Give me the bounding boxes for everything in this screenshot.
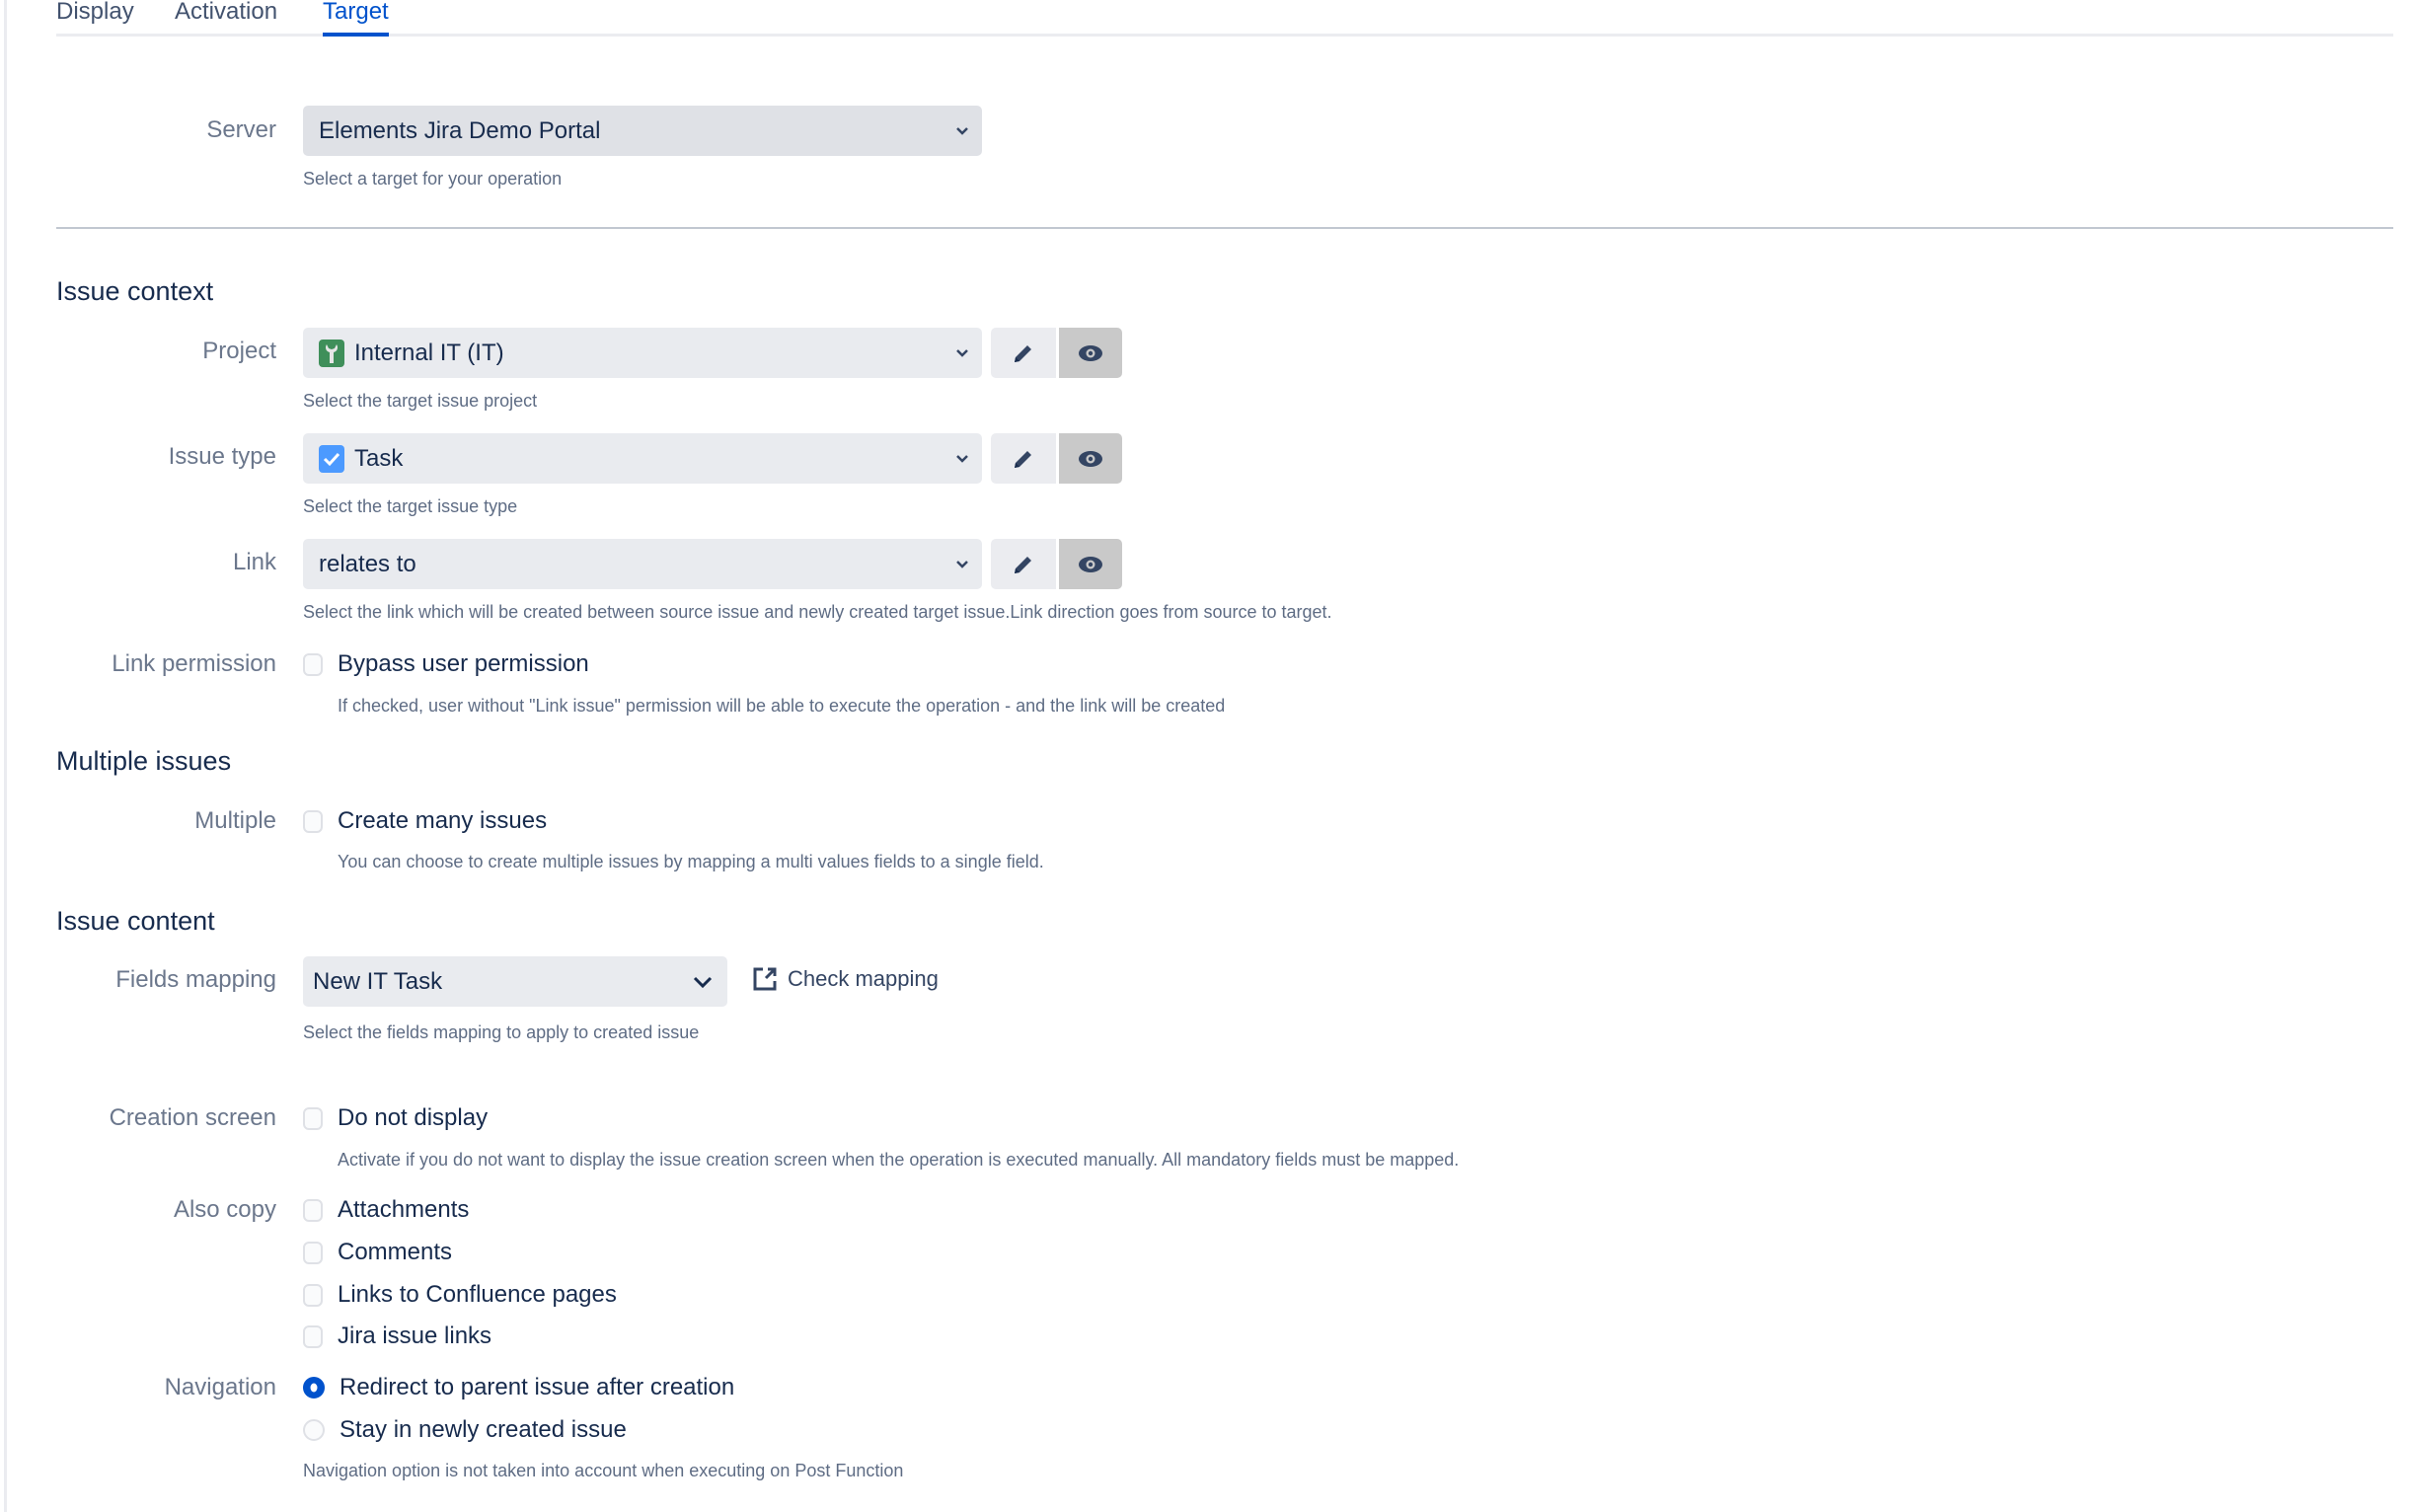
- chevron-down-icon: [693, 976, 713, 988]
- link-label: Link: [232, 549, 276, 575]
- check-mapping-link[interactable]: Check mapping: [752, 966, 939, 992]
- do-not-display-label: Do not display: [338, 1104, 489, 1131]
- multiple-issues-heading: Multiple issues: [56, 746, 232, 776]
- project-select-value: Internal IT (IT): [354, 339, 504, 366]
- issue-type-label: Issue type: [168, 443, 276, 470]
- pencil-icon: [1015, 556, 1031, 573]
- checkbox-box[interactable]: [303, 1106, 323, 1130]
- issue-type-select-value: Task: [354, 444, 404, 472]
- navigation-help: Navigation option is not taken into acco…: [303, 1461, 904, 1480]
- copy-comments-checkbox[interactable]: Comments: [303, 1239, 452, 1266]
- link-edit-button[interactable]: [991, 539, 1056, 589]
- copy-jira-links-checkbox[interactable]: Jira issue links: [303, 1323, 491, 1350]
- create-many-label: Create many issues: [338, 807, 548, 834]
- link-permission-help: If checked, user without "Link issue" pe…: [338, 696, 1226, 716]
- issue-type-select[interactable]: Task: [303, 433, 982, 484]
- issue-type-edit-button[interactable]: [991, 433, 1056, 484]
- multiple-help: You can choose to create multiple issues…: [338, 852, 1044, 871]
- project-help: Select the target issue project: [303, 391, 538, 411]
- chevron-down-icon: [956, 348, 968, 357]
- creation-screen-label: Creation screen: [109, 1104, 276, 1131]
- issue-type-help: Select the target issue type: [303, 496, 518, 516]
- pencil-icon: [1015, 450, 1031, 468]
- checkbox-box[interactable]: [303, 1324, 323, 1348]
- redirect-parent-radio[interactable]: Redirect to parent issue after creation: [303, 1374, 734, 1401]
- create-many-checkbox[interactable]: Create many issues: [303, 807, 547, 835]
- fields-mapping-value: New IT Task: [313, 967, 443, 995]
- link-help: Select the link which will be created be…: [303, 602, 1332, 622]
- left-border: [4, 0, 7, 1512]
- project-label: Project: [202, 338, 276, 364]
- checkbox-box[interactable]: [303, 1283, 323, 1307]
- task-checkbox-icon: [319, 444, 344, 473]
- server-help: Select a target for your operation: [303, 169, 563, 189]
- chevron-down-icon: [956, 560, 968, 568]
- check-mapping-label: Check mapping: [788, 966, 939, 991]
- wrench-project-icon: [319, 339, 344, 367]
- link-permission-label: Link permission: [112, 650, 276, 677]
- copy-confluence-links-checkbox[interactable]: Links to Confluence pages: [303, 1281, 617, 1309]
- bypass-permission-checkbox[interactable]: Bypass user permission: [303, 650, 589, 678]
- do-not-display-checkbox[interactable]: Do not display: [303, 1104, 488, 1132]
- tab-bar: Display Activation Target: [56, 0, 2393, 37]
- server-select[interactable]: Elements Jira Demo Portal: [303, 106, 982, 156]
- checkbox-box[interactable]: [303, 1241, 323, 1264]
- link-select-value: relates to: [319, 550, 416, 577]
- bypass-permission-label: Bypass user permission: [338, 650, 589, 677]
- project-select[interactable]: Internal IT (IT): [303, 328, 982, 378]
- tab-target[interactable]: Target: [323, 0, 389, 37]
- pencil-icon: [1015, 344, 1031, 362]
- radio-unselected[interactable]: [303, 1419, 325, 1441]
- checkbox-box[interactable]: [303, 809, 323, 833]
- copy-attachments-label: Attachments: [338, 1196, 470, 1223]
- issue-content-heading: Issue content: [56, 906, 215, 936]
- section-divider: [56, 227, 2393, 229]
- project-edit-button[interactable]: [991, 328, 1056, 378]
- stay-new-issue-radio[interactable]: Stay in newly created issue: [303, 1416, 627, 1444]
- server-label: Server: [206, 116, 276, 143]
- stay-new-issue-label: Stay in newly created issue: [340, 1416, 627, 1443]
- checkbox-box[interactable]: [303, 652, 323, 676]
- chevron-down-icon: [956, 126, 968, 135]
- eye-icon: [1079, 450, 1102, 467]
- eye-icon: [1079, 344, 1102, 361]
- copy-confluence-links-label: Links to Confluence pages: [338, 1281, 617, 1308]
- server-select-value: Elements Jira Demo Portal: [319, 116, 601, 144]
- multiple-label: Multiple: [194, 807, 276, 834]
- chevron-down-icon: [956, 454, 968, 463]
- creation-screen-help: Activate if you do not want to display t…: [338, 1150, 1460, 1170]
- fields-mapping-select[interactable]: New IT Task: [303, 956, 727, 1007]
- redirect-parent-label: Redirect to parent issue after creation: [340, 1374, 735, 1400]
- navigation-label: Navigation: [164, 1374, 276, 1400]
- checkbox-box[interactable]: [303, 1198, 323, 1222]
- fields-mapping-label: Fields mapping: [115, 966, 276, 993]
- copy-comments-label: Comments: [338, 1239, 453, 1265]
- issue-type-view-button[interactable]: [1059, 433, 1122, 484]
- link-select[interactable]: relates to: [303, 539, 982, 589]
- copy-attachments-checkbox[interactable]: Attachments: [303, 1196, 469, 1224]
- also-copy-label: Also copy: [173, 1196, 276, 1223]
- link-view-button[interactable]: [1059, 539, 1122, 589]
- radio-selected[interactable]: [303, 1377, 325, 1399]
- project-view-button[interactable]: [1059, 328, 1122, 378]
- external-link-icon: [753, 967, 777, 991]
- copy-jira-links-label: Jira issue links: [338, 1323, 492, 1349]
- eye-icon: [1079, 556, 1102, 572]
- fields-mapping-help: Select the fields mapping to apply to cr…: [303, 1022, 700, 1042]
- tab-display[interactable]: Display: [56, 0, 134, 34]
- tab-activation[interactable]: Activation: [175, 0, 277, 34]
- issue-context-heading: Issue context: [56, 276, 214, 306]
